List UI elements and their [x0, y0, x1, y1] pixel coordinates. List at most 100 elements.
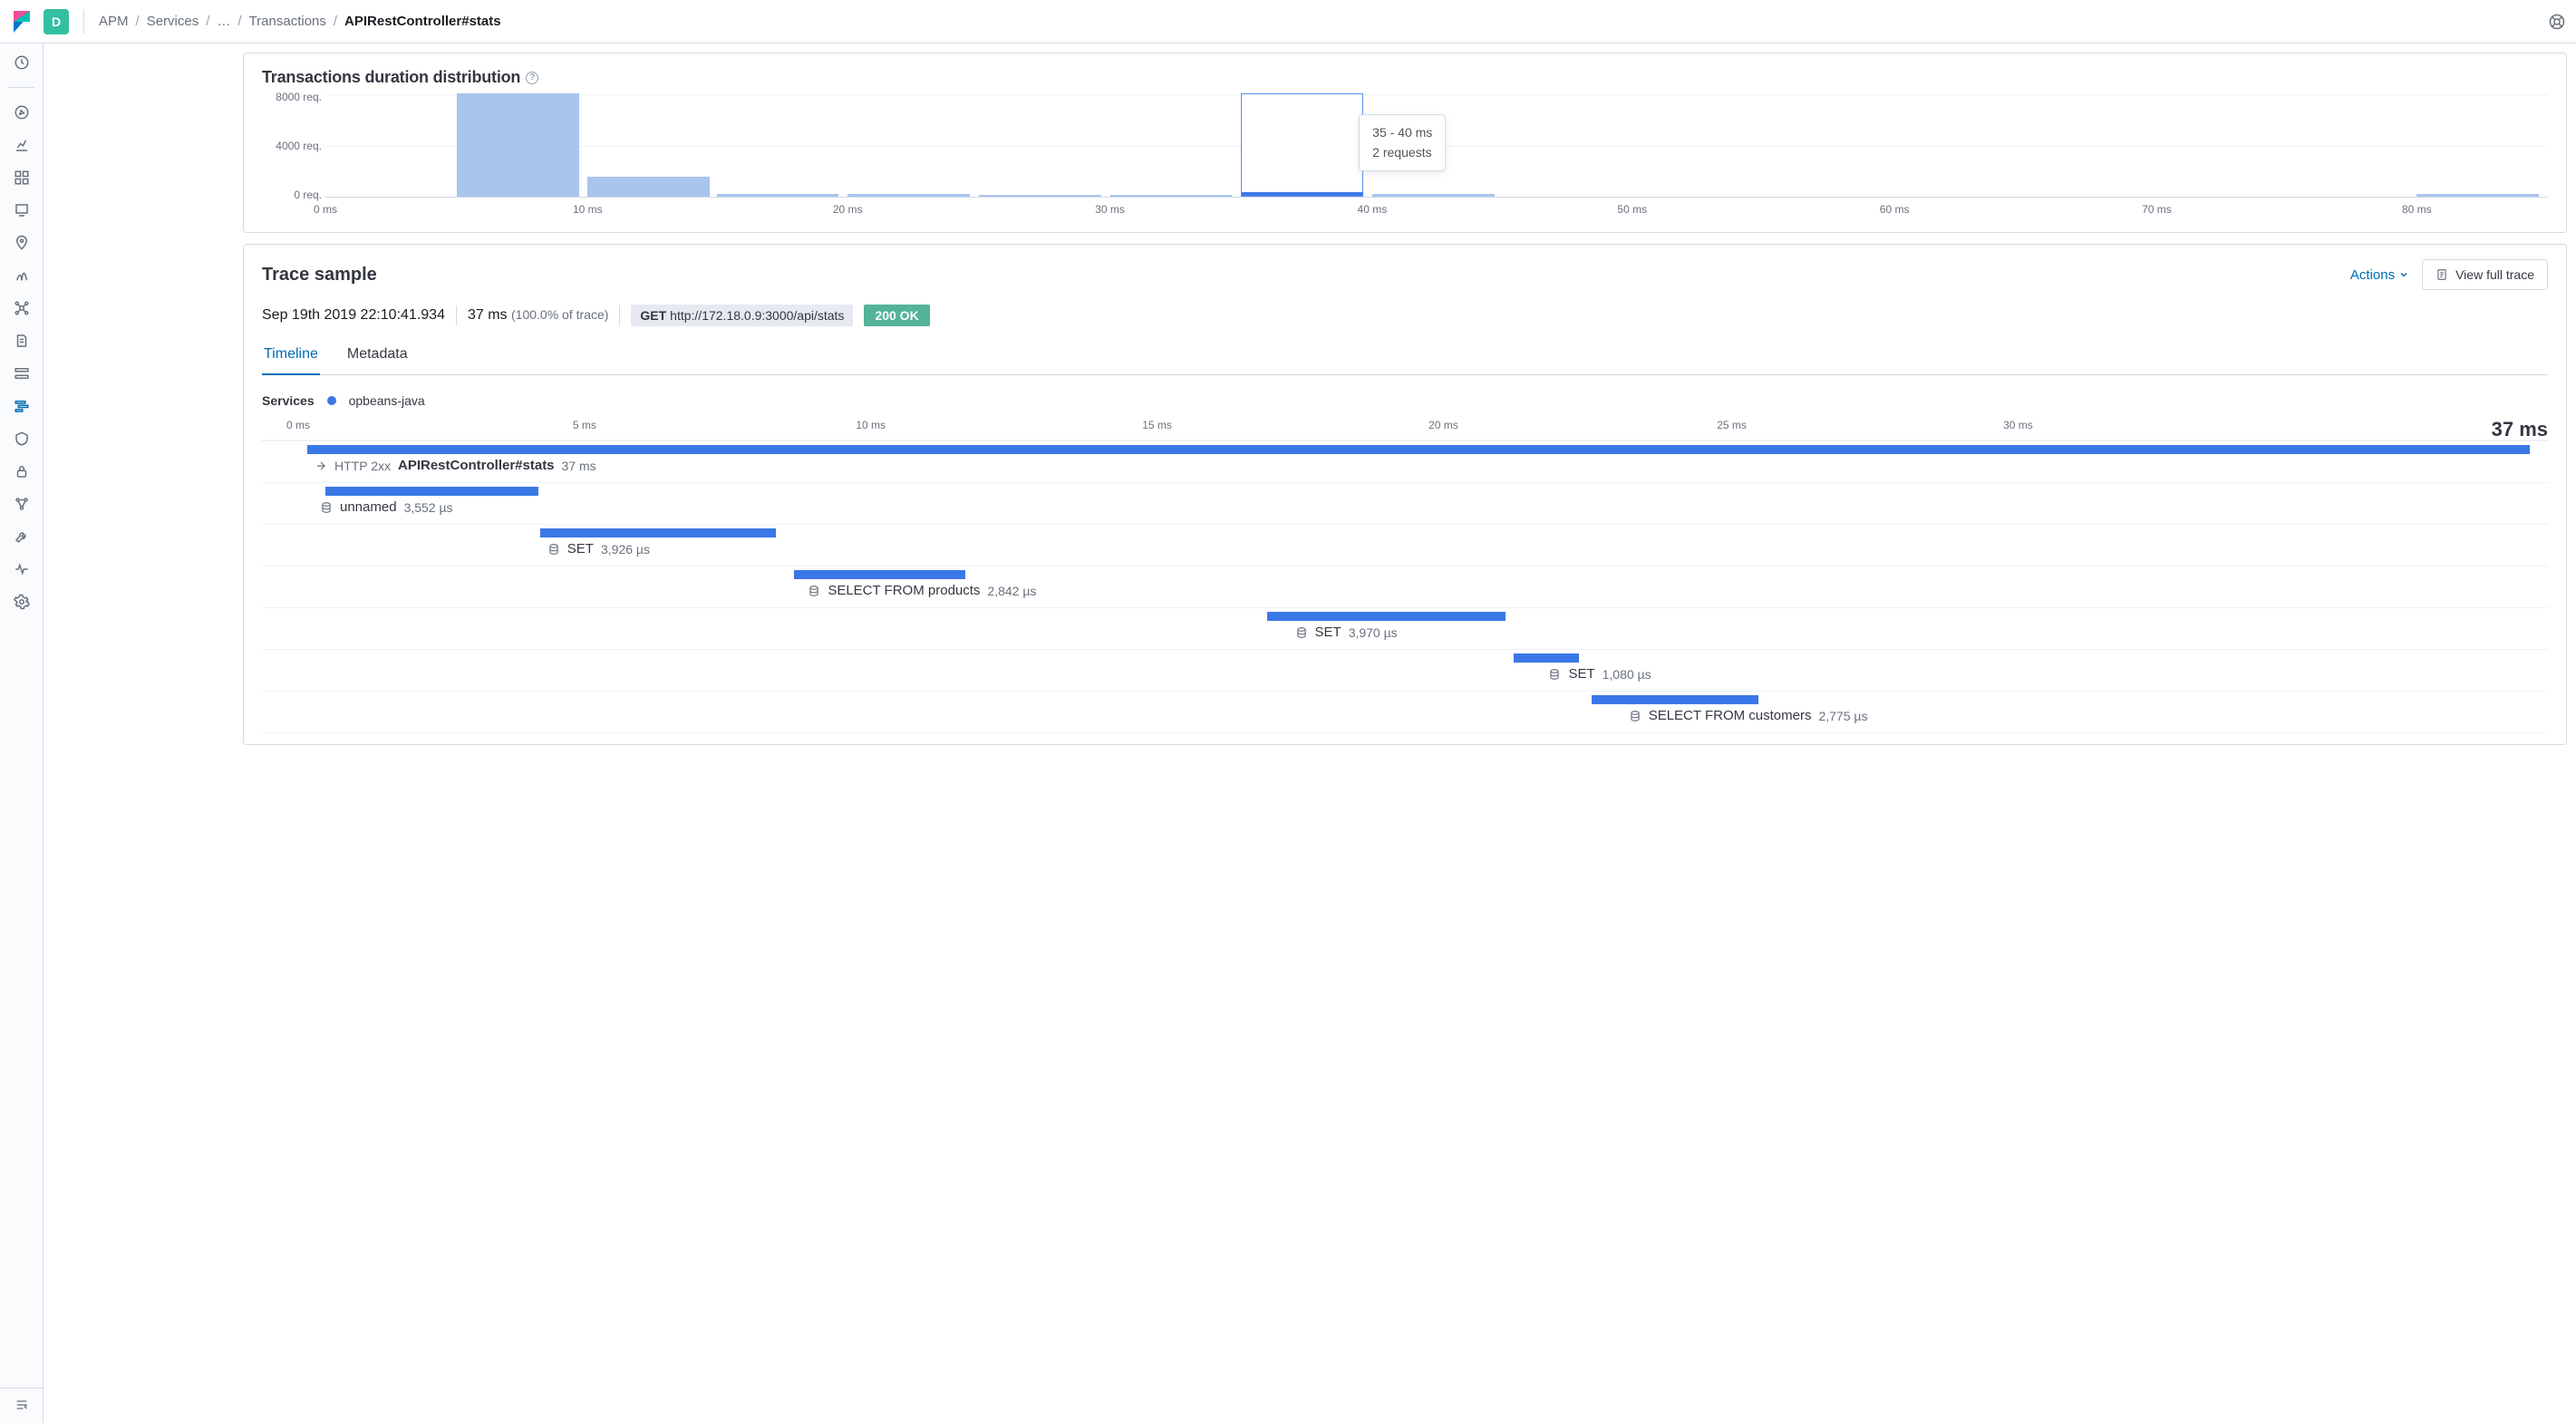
nav-security-icon[interactable]	[14, 463, 30, 479]
wf-tick: 30 ms	[2003, 419, 2033, 431]
histogram-chart[interactable]: 8000 req. 4000 req. 0 req.	[262, 94, 2548, 221]
span-name: SELECT FROM customers	[1649, 708, 1812, 723]
crumb-transactions[interactable]: Transactions	[249, 14, 326, 29]
nav-monitoring-icon[interactable]	[14, 561, 30, 577]
trace-duration-pct: (100.0% of trace)	[511, 307, 608, 322]
actions-label: Actions	[2350, 267, 2395, 283]
tab-metadata[interactable]: Metadata	[345, 346, 410, 374]
actions-dropdown[interactable]: Actions	[2350, 267, 2409, 283]
histogram-bar-selected[interactable]	[1241, 93, 1363, 197]
http-url: http://172.18.0.9:3000/api/stats	[670, 308, 844, 323]
span-row[interactable]: SET 1,080 µs	[262, 650, 2548, 692]
nav-graph-icon[interactable]	[14, 496, 30, 512]
span-row[interactable]: SET 3,970 µs	[262, 608, 2548, 650]
nav-recent-icon[interactable]	[14, 54, 30, 71]
database-icon	[1295, 626, 1308, 639]
document-icon	[2436, 268, 2448, 281]
space-selector[interactable]: D	[44, 9, 69, 34]
nav-apm-icon[interactable]	[14, 365, 30, 382]
histogram-title-text: Transactions duration distribution	[262, 68, 520, 87]
x-tick: 30 ms	[1095, 203, 1125, 216]
nav-maps-icon[interactable]	[14, 235, 30, 251]
wf-tick: 0 ms	[286, 419, 310, 431]
shell: Transactions duration distribution ? 800…	[0, 44, 2576, 1423]
nav-ml-icon[interactable]	[14, 267, 30, 284]
trace-header: Trace sample Actions View full trace	[262, 259, 2548, 290]
info-icon[interactable]: ?	[526, 72, 538, 84]
span-label: unnamed 3,552 µs	[307, 499, 2530, 515]
histogram-bar[interactable]	[2416, 194, 2539, 197]
side-nav	[0, 44, 44, 1423]
y-tick: 0 req.	[294, 189, 322, 201]
span-label: SELECT FROM products 2,842 µs	[307, 583, 2530, 598]
span-row[interactable]: SET 3,926 µs	[262, 525, 2548, 566]
histogram-tooltip: 35 - 40 ms 2 requests	[1359, 114, 1446, 171]
span-name: APIRestController#stats	[398, 458, 555, 473]
y-tick: 4000 req.	[276, 140, 322, 152]
waterfall: 0 ms 5 ms 10 ms 15 ms 20 ms 25 ms 30 ms …	[262, 419, 2548, 733]
nav-siem-icon[interactable]	[14, 431, 30, 447]
nav-management-icon[interactable]	[14, 594, 30, 610]
help-icon[interactable]	[2549, 14, 2565, 30]
nav-logs-icon[interactable]	[14, 333, 30, 349]
nav-canvas-icon[interactable]	[14, 202, 30, 218]
span-name: SET	[567, 541, 594, 557]
span-status: HTTP 2xx	[334, 459, 391, 473]
span-label: SET 3,970 µs	[307, 624, 2530, 640]
histogram-bar[interactable]	[457, 93, 579, 197]
span-duration: 2,842 µs	[987, 584, 1036, 598]
span-row[interactable]: unnamed 3,552 µs	[262, 483, 2548, 525]
wf-tick: 5 ms	[573, 419, 596, 431]
trace-meta: Sep 19th 2019 22:10:41.934 37 ms (100.0%…	[262, 305, 2548, 326]
breadcrumb: APM / Services / … / Transactions / APIR…	[99, 14, 501, 29]
histogram-bar[interactable]	[1110, 195, 1233, 197]
view-full-trace-label: View full trace	[2455, 267, 2534, 282]
histogram-bar[interactable]	[1372, 194, 1495, 197]
x-tick: 50 ms	[1617, 203, 1647, 216]
wf-tick: 25 ms	[1717, 419, 1747, 431]
y-axis: 8000 req. 4000 req. 0 req.	[262, 94, 325, 198]
span-row-root[interactable]: HTTP 2xx APIRestController#stats 37 ms	[262, 441, 2548, 483]
trace-title: Trace sample	[262, 265, 377, 286]
http-badge: GET http://172.18.0.9:3000/api/stats	[631, 305, 853, 326]
crumb-services[interactable]: Services	[147, 14, 199, 29]
x-tick: 70 ms	[2142, 203, 2172, 216]
status-badge: 200 OK	[864, 305, 929, 326]
nav-devtools-icon[interactable]	[14, 528, 30, 545]
histogram-plot: 35 - 40 ms 2 requests	[325, 94, 2548, 198]
nav-infra-icon[interactable]	[14, 300, 30, 316]
crumb-ellipsis[interactable]: …	[217, 14, 230, 29]
histogram-bar[interactable]	[979, 195, 1101, 197]
database-icon	[808, 585, 820, 597]
waterfall-total: 37 ms	[2492, 418, 2548, 441]
tooltip-count: 2 requests	[1372, 142, 1432, 162]
space-letter: D	[52, 15, 61, 29]
histogram-bar[interactable]	[717, 194, 839, 197]
collapse-nav-icon[interactable]	[0, 1388, 43, 1423]
nav-visualize-icon[interactable]	[14, 137, 30, 153]
nav-uptime-icon[interactable]	[14, 398, 30, 414]
http-method: GET	[640, 308, 666, 323]
view-full-trace-button[interactable]: View full trace	[2422, 259, 2548, 290]
x-tick: 20 ms	[833, 203, 863, 216]
nav-discover-icon[interactable]	[14, 104, 30, 121]
crumb-sep: /	[237, 14, 241, 29]
kibana-logo-icon[interactable]	[11, 11, 33, 33]
histogram-bar[interactable]	[847, 194, 970, 197]
span-duration: 3,552 µs	[404, 500, 453, 515]
waterfall-rows: HTTP 2xx APIRestController#stats 37 ms u…	[262, 440, 2548, 733]
crumb-apm[interactable]: APM	[99, 14, 129, 29]
divider	[83, 9, 84, 34]
trace-panel: Trace sample Actions View full trace Sep…	[243, 244, 2567, 745]
content-area: Transactions duration distribution ? 800…	[44, 44, 2576, 1423]
span-label: SELECT FROM customers 2,775 µs	[307, 708, 2530, 723]
nav-dashboard-icon[interactable]	[14, 169, 30, 186]
crumb-sep: /	[206, 14, 209, 29]
histogram-title: Transactions duration distribution ?	[262, 68, 2548, 87]
span-row[interactable]: SELECT FROM products 2,842 µs	[262, 566, 2548, 608]
span-label: SET 3,926 µs	[307, 541, 2530, 557]
histogram-bar[interactable]	[587, 177, 710, 197]
database-icon	[320, 501, 333, 514]
tab-timeline[interactable]: Timeline	[262, 346, 320, 375]
span-row[interactable]: SELECT FROM customers 2,775 µs	[262, 692, 2548, 733]
